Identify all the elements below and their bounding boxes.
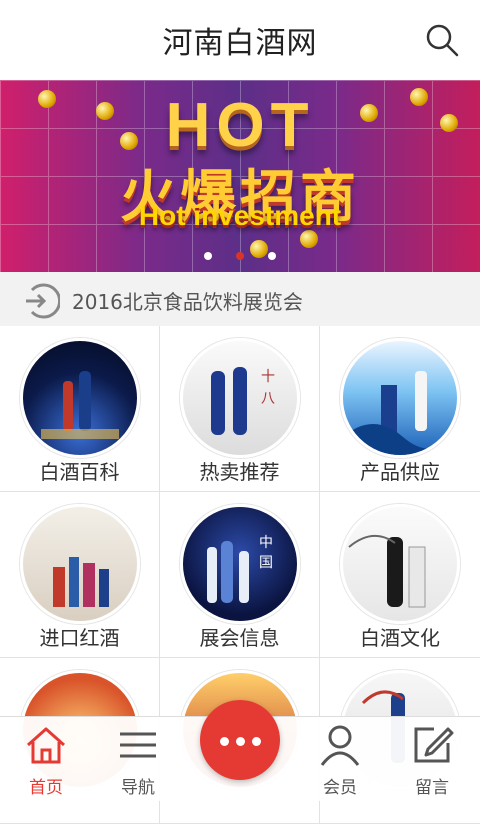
category-label: 进口红酒 [39,626,120,650]
category-image: 十八 [180,338,300,458]
more-dots-icon [236,737,245,746]
nav-message[interactable]: 留言 [392,723,472,799]
app-header: 河南白酒网 [0,0,480,81]
category-image [340,338,460,458]
category-tile[interactable]: 产品供应 [320,326,480,492]
nav-member-label: 会员 [323,778,357,798]
category-image [20,504,140,624]
nav-member[interactable]: 会员 [300,723,380,799]
nav-message-label: 留言 [415,778,449,798]
category-label: 白酒文化 [360,626,440,650]
nav-home-label: 首页 [29,778,63,798]
category-label: 产品供应 [360,460,440,484]
svg-text:国: 国 [259,555,273,571]
more-dots-icon [252,737,261,746]
carousel-dot-active[interactable] [236,252,244,260]
search-icon[interactable] [424,22,460,58]
nav-home[interactable]: 首页 [6,723,86,799]
carousel-dot[interactable] [268,252,276,260]
banner-subline: Hot investment [138,200,342,231]
home-icon [27,727,65,764]
notice-text: 2016北京食品饮料展览会 [72,290,303,314]
category-label: 展会信息 [199,626,280,650]
more-dots-icon [220,737,229,746]
page-title: 河南白酒网 [162,26,318,61]
svg-text:十: 十 [261,369,275,385]
nav-guide-label: 导航 [121,778,155,798]
category-image: 中国 [180,504,300,624]
more-button[interactable] [200,700,280,780]
category-label: 热卖推荐 [199,460,280,484]
category-tile[interactable]: 白酒文化 [320,492,480,658]
category-image [20,338,140,458]
user-icon [320,725,360,766]
login-arrow-icon [26,283,60,319]
svg-text:八: 八 [261,391,275,407]
promo-banner[interactable]: HOT 火爆招商 Hot investment [0,80,480,272]
category-tile[interactable]: 白酒百科 [0,326,160,492]
notice-bar[interactable]: 2016北京食品饮料展览会 [0,272,480,327]
category-image [340,504,460,624]
nav-guide[interactable]: 导航 [98,723,178,799]
carousel-indicator [0,245,480,264]
category-tile[interactable]: 十八 热卖推荐 [160,326,320,492]
category-label: 白酒百科 [39,460,120,484]
category-tile[interactable]: 进口红酒 [0,492,160,658]
edit-icon [414,727,454,763]
banner-headline: HOT [165,91,315,160]
category-tile[interactable]: 中国 展会信息 [160,492,320,658]
menu-icon [120,732,156,758]
carousel-dot[interactable] [204,252,212,260]
svg-text:中: 中 [259,535,273,551]
